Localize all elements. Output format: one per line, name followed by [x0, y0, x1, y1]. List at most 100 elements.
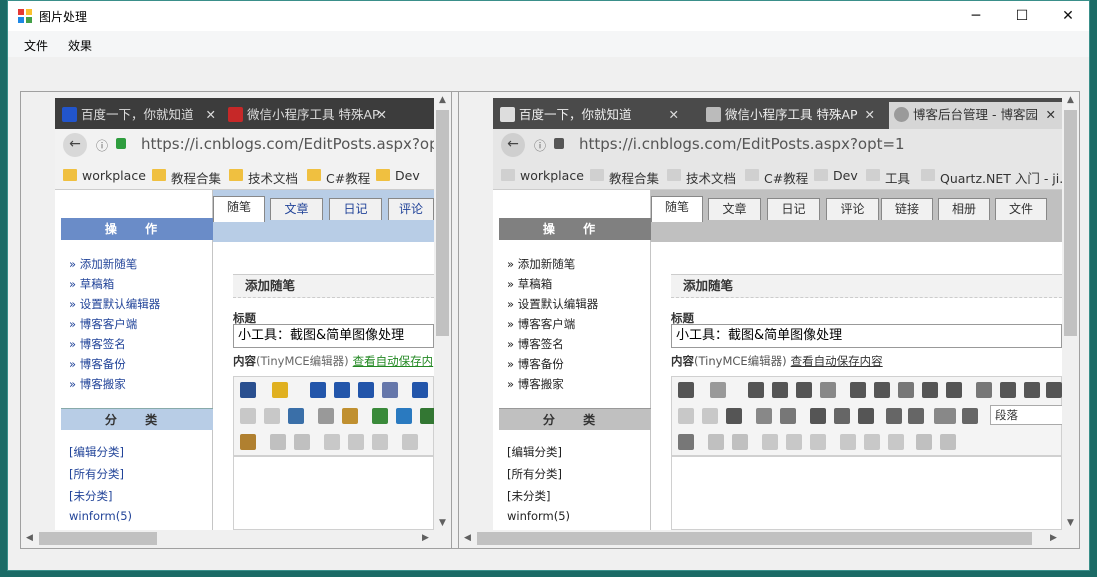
op-link: » 博客搬家	[69, 377, 126, 391]
scroll-down-icon[interactable]: ▼	[434, 518, 451, 528]
underline-icon	[796, 382, 812, 398]
italic-icon	[334, 382, 350, 398]
browser-tab-bar: 百度一下，你就知道 ✕ 微信小程序工具 特殊AP ✕	[55, 98, 434, 129]
folder-icon	[63, 169, 77, 181]
scroll-left-icon[interactable]: ◀	[459, 533, 476, 543]
row-after-icon	[786, 434, 802, 450]
url-text: https://i.cnblogs.com/EditPosts.aspx?opt…	[579, 135, 905, 153]
page-tab: 文章	[708, 198, 761, 220]
menu-effects[interactable]: 效果	[68, 37, 92, 54]
editor-area: 添加随笔 标题 小工具：截图&简单图像处理 内容(TinyMCE编辑器) 查看自…	[651, 242, 1062, 530]
superscript-icon	[1024, 382, 1040, 398]
close-tab-icon: ✕	[668, 107, 679, 122]
code-icon	[908, 408, 924, 424]
preview-icon	[962, 408, 978, 424]
right-image-panel[interactable]: 百度一下，你就知道 ✕ 微信小程序工具 特殊AP ✕ 博客后台管理 - 博客园 ✕ ←…	[459, 92, 1079, 548]
scroll-up-icon[interactable]: ▲	[434, 95, 451, 105]
folder-icon	[307, 169, 321, 181]
folder-icon	[745, 169, 759, 181]
bookmark: Dev	[376, 168, 420, 183]
media-icon	[858, 408, 874, 424]
left-vertical-scrollbar[interactable]: ▲ ▼	[434, 92, 451, 530]
category-link: [编辑分类]	[507, 445, 562, 459]
cleanup-icon	[342, 408, 358, 424]
merge-cells-icon	[916, 434, 932, 450]
left-horizontal-scrollbar[interactable]: ◀ ▶	[21, 530, 434, 547]
indent-icon	[922, 382, 938, 398]
bullet-list-icon	[850, 382, 866, 398]
browser-tab-bar: 百度一下，你就知道 ✕ 微信小程序工具 特殊AP ✕ 博客后台管理 - 博客园 ✕	[493, 98, 1062, 129]
font-color-icon	[678, 382, 694, 398]
page-tab: 评论	[388, 198, 434, 220]
delete-row-icon	[372, 434, 388, 450]
scroll-thumb[interactable]	[436, 110, 449, 336]
minimize-button[interactable]: ─	[953, 1, 999, 31]
folder-icon	[667, 169, 681, 181]
bookmark: Dev	[814, 168, 858, 183]
strikethrough-icon	[820, 382, 836, 398]
bookmark: Quartz.NET 入门 - ji...	[921, 168, 1062, 187]
browser-tab: 微信小程序工具 特殊AP ✕	[223, 102, 393, 129]
scroll-left-icon[interactable]: ◀	[21, 533, 38, 543]
page-tab: 日记	[329, 198, 382, 220]
folder-icon	[921, 169, 935, 181]
close-tab-icon: ✕	[864, 107, 875, 122]
table-icon	[708, 434, 724, 450]
editor-toolbar: 段落	[671, 376, 1062, 456]
bookmark: 教程合集	[590, 168, 659, 187]
scroll-up-icon[interactable]: ▲	[1062, 95, 1079, 105]
editor-toolbar	[233, 376, 434, 456]
category-link: [未分类]	[69, 489, 113, 503]
blog-admin-page: 操 作 » 添加新随笔 » 草稿箱 » 设置默认编辑器 » 博客客户端 » 博客…	[493, 190, 1062, 530]
category-link: [所有分类]	[507, 467, 562, 481]
page-tab: 随笔	[651, 196, 703, 222]
close-button[interactable]: ✕	[1045, 1, 1089, 31]
close-tab-icon: ✕	[1045, 107, 1056, 122]
section-title: 添加随笔	[671, 274, 1062, 298]
bold-icon	[748, 382, 764, 398]
scroll-right-icon[interactable]: ▶	[1045, 533, 1062, 543]
folder-icon	[814, 169, 828, 181]
delete-col-icon	[888, 434, 904, 450]
scroll-thumb[interactable]	[1064, 110, 1077, 336]
op-link: » 博客客户端	[69, 317, 138, 331]
back-icon: ←	[501, 133, 525, 157]
scroll-right-icon[interactable]: ▶	[417, 533, 434, 543]
scroll-thumb[interactable]	[39, 532, 157, 545]
info-icon: ⓘ	[96, 139, 109, 153]
subscript-icon	[1000, 382, 1016, 398]
scroll-thumb[interactable]	[477, 532, 1032, 545]
right-horizontal-scrollbar[interactable]: ◀ ▶	[459, 530, 1062, 547]
html-icon	[934, 408, 956, 424]
title-input: 小工具：截图&简单图像处理	[671, 324, 1062, 348]
menu-file[interactable]: 文件	[24, 37, 48, 54]
bookmark: C#教程	[307, 168, 370, 187]
scroll-down-icon[interactable]: ▼	[1062, 518, 1079, 528]
browser-tab: 百度一下，你就知道 ✕	[495, 102, 685, 129]
left-image-panel[interactable]: 百度一下，你就知道 ✕ 微信小程序工具 特殊AP ✕ ← ⓘ https://i.c…	[21, 92, 451, 548]
op-link: » 添加新随笔	[507, 257, 576, 271]
media-icon	[420, 408, 434, 424]
splitter[interactable]	[451, 92, 459, 548]
split-cells-icon	[940, 434, 956, 450]
edit-icon	[240, 434, 256, 450]
lock-icon	[554, 138, 564, 149]
ops-header: 操 作	[61, 218, 213, 240]
template-icon	[886, 408, 902, 424]
bullet-list-icon	[412, 382, 428, 398]
category-link: winform(5)	[69, 509, 132, 523]
w3c-icon	[706, 107, 721, 122]
op-link: » 草稿箱	[507, 277, 553, 291]
editor-body	[233, 456, 434, 530]
col-before-icon	[402, 434, 418, 450]
bookmarks-bar: workplace 教程合集 技术文档 C#教程 Dev 工具 Quartz.N…	[493, 161, 1062, 190]
table-icon	[270, 434, 286, 450]
op-link: » 设置默认编辑器	[69, 297, 161, 311]
op-link: » 博客客户端	[507, 317, 576, 331]
url-text: https://i.cnblogs.com/EditPosts.aspx?opt…	[141, 135, 434, 153]
ops-header: 操 作	[499, 218, 651, 240]
image-icon	[810, 408, 826, 424]
bookmark: C#教程	[745, 168, 808, 187]
right-vertical-scrollbar[interactable]: ▲ ▼	[1062, 92, 1079, 530]
maximize-button[interactable]: ☐	[999, 1, 1045, 31]
